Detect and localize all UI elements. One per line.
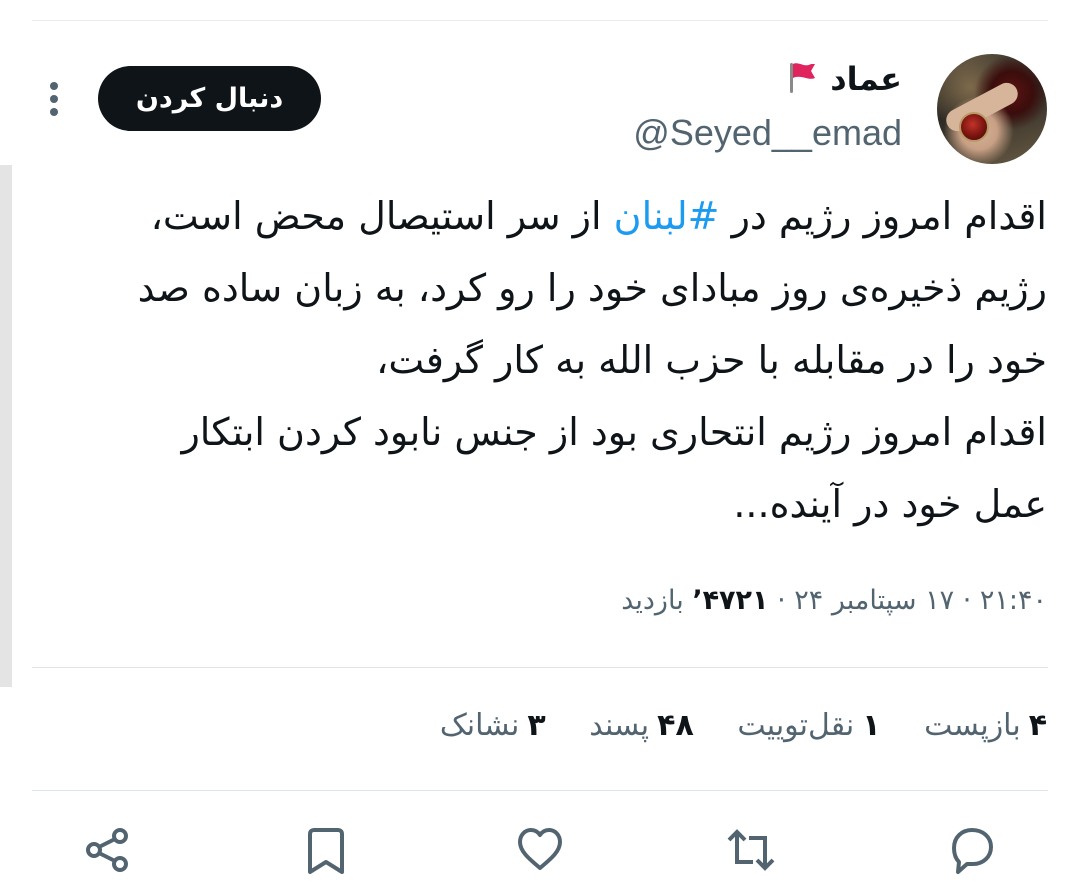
reposts-stat[interactable]: ۴بازپست [924, 708, 1047, 743]
tweet-meta: ۲۱:۴۰ · ۱۷ سپتامبر ۲۴ · ۴۷۲۱’ بازدید [621, 585, 1047, 616]
avatar-ring [959, 112, 989, 142]
top-divider [32, 20, 1048, 21]
views-label: بازدید [621, 585, 684, 616]
follow-button[interactable]: دنبال کردن [98, 66, 321, 131]
reply-button[interactable] [944, 822, 1000, 878]
heart-icon [518, 828, 562, 870]
actions-top-divider [32, 790, 1048, 791]
quotes-label: نقل‌توییت [737, 708, 855, 743]
reposts-label: بازپست [924, 708, 1021, 743]
reply-icon [952, 828, 993, 874]
views-count: ۴۷۲۱’ [692, 585, 769, 616]
scroll-edge [0, 165, 12, 687]
likes-stat[interactable]: ۴۸پسند [589, 708, 694, 743]
reposts-count: ۴ [1028, 708, 1047, 743]
avatar[interactable] [937, 54, 1047, 164]
more-options-icon[interactable] [46, 80, 62, 120]
tweet-text-segment: اقدام امروز رژیم در [719, 194, 1047, 238]
tweet-stats: ۴بازپست ۱نقل‌توییت ۴۸پسند ۳نشانک [406, 708, 1047, 743]
tweet-time[interactable]: ۲۱:۴۰ [980, 585, 1047, 616]
tweet-line: عمل خود در آینده... [733, 482, 1047, 526]
tweet-line: رژیم ذخیره‌ی روز مبادای خود را رو کرد، ب… [137, 266, 1047, 310]
user-handle[interactable]: @Seyed__emad [633, 112, 902, 154]
quotes-count: ۱ [862, 708, 881, 743]
bookmark-button[interactable] [298, 822, 354, 878]
retweet-icon [727, 829, 775, 871]
hashtag-link[interactable]: #لبنان [614, 194, 720, 238]
tweet-line: اقدام امروز رژیم انتحاری بود از جنس نابو… [181, 410, 1047, 454]
bookmarks-count: ۳ [527, 708, 546, 743]
quotes-stat[interactable]: ۱نقل‌توییت [737, 708, 880, 743]
like-button[interactable] [512, 822, 568, 878]
share-icon [86, 828, 128, 872]
share-button[interactable] [80, 822, 136, 878]
red-flag-icon [790, 63, 816, 93]
tweet-date[interactable]: ۱۷ سپتامبر ۲۴ [794, 585, 954, 616]
tweet-text: اقدام امروز رژیم در #لبنان از سر استیصال… [40, 180, 1047, 540]
retweet-button[interactable] [723, 822, 779, 878]
likes-label: پسند [589, 708, 650, 743]
display-name[interactable]: عماد [781, 60, 902, 98]
bookmark-icon [308, 828, 344, 874]
stats-top-divider [32, 667, 1048, 668]
tweet-line: خود را در مقابله با حزب الله به کار گرفت… [376, 338, 1047, 382]
tweet-text-segment: از سر استیصال محض است، [150, 194, 614, 238]
meta-separator: · [768, 585, 786, 616]
bookmarks-label: نشانک [439, 708, 520, 743]
likes-count: ۴۸ [657, 708, 694, 743]
tweet-line: اقدام امروز رژیم در #لبنان از سر استیصال… [40, 180, 1047, 252]
display-name-text: عماد [830, 60, 902, 98]
meta-separator: · [954, 585, 972, 616]
bookmarks-stat[interactable]: ۳نشانک [440, 708, 546, 743]
